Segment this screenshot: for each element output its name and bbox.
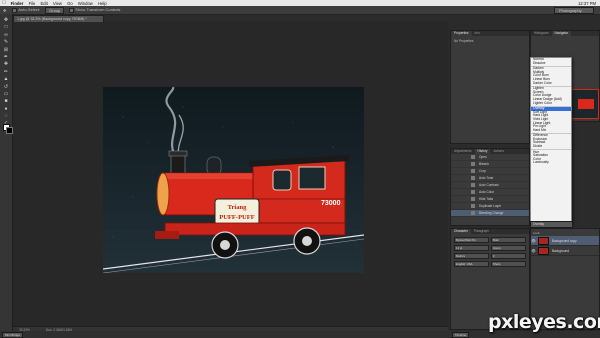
menu-file[interactable]: File xyxy=(26,1,38,6)
properties-subtitle: No Properties xyxy=(454,39,474,43)
menu-go[interactable]: Go xyxy=(65,1,76,6)
auto-select-label: Auto-Select: xyxy=(18,7,41,13)
tab-paragraph[interactable]: Paragraph xyxy=(471,229,492,234)
crop-tool-icon[interactable]: ⊞ xyxy=(2,47,10,53)
brush-tool-icon[interactable]: ✏ xyxy=(2,69,10,75)
history-item-active[interactable]: Blending Change xyxy=(451,210,529,217)
tab-properties[interactable]: Properties xyxy=(451,31,472,36)
kerning-field[interactable]: Metrics xyxy=(454,253,489,259)
tab-character[interactable]: Character xyxy=(451,229,471,234)
visibility-eye-icon[interactable]: 👁 xyxy=(531,249,536,253)
options-bar: ✥ Auto-Select: Group Show Transform Cont… xyxy=(0,6,600,15)
eyedropper-tool-icon[interactable]: ✒ xyxy=(2,54,10,60)
history-item-label: Duplicate Layer xyxy=(479,204,502,208)
layer-thumbnail xyxy=(538,236,549,245)
tools-panel: ✥ □ ∞ ✎ ⊞ ✒ ✚ ✏ ▲ ↺ ▭ ■ ● ◌ ✓ T xyxy=(0,14,13,338)
menubar-clock[interactable]: 12:37 PM xyxy=(578,1,600,6)
history-item-label: Auto Contrast xyxy=(479,183,499,187)
move-tool-icon[interactable]: ✥ xyxy=(0,8,9,13)
history-item[interactable]: Hide Tabs xyxy=(451,196,529,203)
language-select[interactable]: English: USA xyxy=(454,261,489,267)
history-item[interactable]: Auto Color xyxy=(451,189,529,196)
menu-view[interactable]: View xyxy=(50,1,64,6)
stamp-tool-icon[interactable]: ▲ xyxy=(2,76,10,82)
layer-name: Background copy xyxy=(552,238,577,243)
tab-actions[interactable]: Actions xyxy=(490,149,506,154)
badge-line1: Triang xyxy=(228,204,247,211)
history-item[interactable]: Crop xyxy=(451,168,529,175)
badge-line2: PUFF-PUFF xyxy=(219,214,254,221)
group-select[interactable]: Group xyxy=(45,6,65,14)
menu-help[interactable]: Help xyxy=(95,1,109,6)
history-item[interactable]: Open xyxy=(451,154,529,161)
workspace-select[interactable]: Photography xyxy=(554,6,594,14)
quick-select-tool-icon[interactable]: ✎ xyxy=(2,39,10,45)
background-color-swatch[interactable] xyxy=(6,127,13,134)
lock-label: Lock: xyxy=(533,230,541,235)
timeline-tab[interactable]: Timeline xyxy=(452,332,470,338)
move-tool-icon[interactable]: ✥ xyxy=(2,17,10,23)
blend-mode-option[interactable]: Luminosity xyxy=(531,161,571,165)
menu-edit[interactable]: Edit xyxy=(38,1,50,6)
blend-mode-option[interactable]: Darker Color xyxy=(531,81,571,86)
layer-row[interactable]: 👁 Background xyxy=(531,246,599,256)
mini-bridge-tab[interactable]: Mini Bridge xyxy=(2,332,24,338)
dodge-tool-icon[interactable]: ◌ xyxy=(2,113,10,119)
show-transform-label: Show Transform Controls xyxy=(75,7,121,13)
history-list: Open Bleach Crop Auto Tone Auto Contrast… xyxy=(451,154,529,217)
document-image[interactable]: Triang PUFF-PUFF 73000 xyxy=(103,87,364,273)
blend-mode-option[interactable]: Hard Mix xyxy=(531,128,571,133)
history-item[interactable]: Bleach xyxy=(451,161,529,168)
history-item-label: Crop xyxy=(479,169,486,173)
history-item[interactable]: Auto Contrast xyxy=(451,182,529,189)
tab-adjustments[interactable]: Adjustments xyxy=(451,149,475,154)
blend-mode-option[interactable]: Divide xyxy=(531,144,571,149)
layer-name: Background xyxy=(552,248,570,253)
tab-history[interactable]: History xyxy=(474,149,491,154)
history-item[interactable]: Duplicate Layer xyxy=(451,203,529,210)
history-brush-tool-icon[interactable]: ↺ xyxy=(2,84,10,90)
navigator-thumbnail[interactable] xyxy=(571,89,599,119)
lasso-tool-icon[interactable]: ∞ xyxy=(2,32,10,38)
gradient-tool-icon[interactable]: ■ xyxy=(2,98,10,104)
tab-navigator[interactable]: Navigator xyxy=(551,31,572,36)
properties-panel: Properties Info No Properties xyxy=(450,30,530,144)
font-family-select[interactable]: Myriad Web Pro xyxy=(454,237,489,243)
tab-histogram[interactable]: Histogram xyxy=(531,31,552,36)
marquee-tool-icon[interactable]: □ xyxy=(2,24,10,30)
history-item-label: Auto Color xyxy=(479,190,495,194)
blend-mode-dropdown[interactable]: Normal Dissolve Darken Multiply Color Burn Li… xyxy=(530,57,572,224)
layer-thumbnail xyxy=(538,246,549,255)
blur-tool-icon[interactable]: ● xyxy=(2,106,10,112)
history-item[interactable]: Auto Tone xyxy=(451,175,529,182)
healing-tool-icon[interactable]: ✚ xyxy=(2,61,10,67)
menu-window[interactable]: Window xyxy=(75,1,95,6)
menu-finder[interactable]: Finder xyxy=(8,1,26,6)
history-item-label: Open xyxy=(479,155,487,159)
history-item-label: Auto Tone xyxy=(479,176,494,180)
blend-mode-option[interactable]: Dissolve xyxy=(531,61,571,66)
tracking-field[interactable]: 0 xyxy=(491,253,526,259)
antialias-select[interactable]: Sharp xyxy=(491,261,526,267)
history-item-label: Bleach xyxy=(479,162,489,166)
auto-select-checkbox[interactable]: Auto-Select: xyxy=(9,7,43,13)
layer-row[interactable]: 👁 Background copy xyxy=(531,236,599,246)
engine-number: 73000 xyxy=(321,200,341,207)
history-panel: Adjustments History Actions Open Bleach … xyxy=(450,148,530,226)
show-transform-checkbox[interactable]: Show Transform Controls xyxy=(66,7,123,13)
history-item-label: Hide Tabs xyxy=(479,197,494,201)
blend-mode-select[interactable]: Overlay xyxy=(530,221,573,228)
leading-field[interactable]: (Auto) xyxy=(491,245,526,251)
font-style-select[interactable]: Bold xyxy=(491,237,526,243)
watermark: pxleyes.com xyxy=(488,311,600,333)
history-item-label: Blending Change xyxy=(479,211,504,215)
train-illustration: Triang PUFF-PUFF 73000 xyxy=(103,87,364,273)
eraser-tool-icon[interactable]: ▭ xyxy=(2,91,10,97)
visibility-eye-icon[interactable]: 👁 xyxy=(531,239,536,243)
tab-info[interactable]: Info xyxy=(472,31,483,36)
blend-mode-option[interactable]: Lighter Color xyxy=(531,101,571,106)
font-size-field[interactable]: 14 pt xyxy=(454,245,489,251)
